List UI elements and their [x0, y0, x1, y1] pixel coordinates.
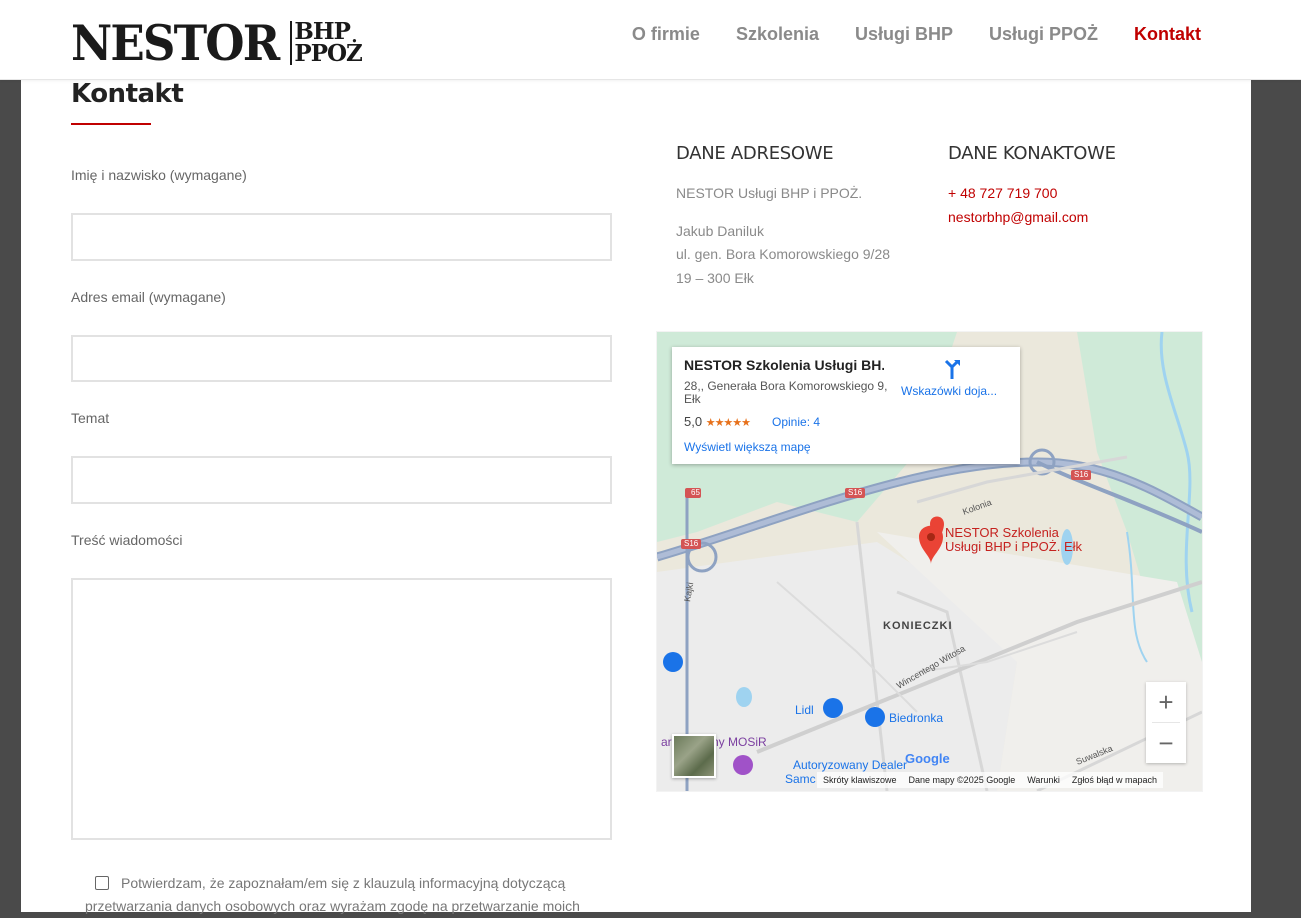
message-textarea[interactable]: [71, 578, 612, 840]
page-title: Kontakt: [71, 79, 184, 109]
bigger-map-link[interactable]: Wyświetl większą mapę: [684, 440, 811, 454]
address-heading: DANE ADRESOWE: [676, 143, 834, 164]
zoom-out-button[interactable]: −: [1146, 723, 1186, 763]
marker-label[interactable]: NESTOR Szkolenia Usługi BHP i PPOŻ. Ełk: [945, 526, 1082, 554]
place-name: NESTOR Szkolenia Usługi BH...: [684, 357, 884, 373]
poi-mosir[interactable]: ny MOSiR: [712, 735, 767, 749]
nav-item-o-firmie[interactable]: O firmie: [632, 24, 700, 45]
place-rating: 5,0 ★★★★★: [684, 414, 751, 429]
road-label-s16-a: S16: [684, 539, 699, 548]
logo-separator: [290, 21, 293, 65]
address-person: Jakub Daniluk: [676, 223, 764, 239]
name-label: Imię i nazwisko (wymagane): [71, 167, 247, 183]
logo-line-2: PPOŻ: [294, 40, 362, 67]
nav-item-uslugi-ppoz[interactable]: Usługi PPOŻ: [989, 24, 1098, 45]
map-data-attribution: Dane mapy ©2025 Google: [908, 775, 1016, 785]
road-label-s16-c: S16: [1074, 470, 1089, 479]
subject-label: Temat: [71, 410, 110, 426]
contact-email[interactable]: nestorbhp@gmail.com: [948, 209, 1088, 225]
star-icons: ★★★★★: [705, 417, 751, 429]
logo-small-text: BHP PPOŻ: [294, 20, 362, 67]
site-header: NESTOR BHP PPOŻ O firmie Szkolenia Usług…: [0, 0, 1301, 80]
marker-label-line-1: NESTOR Szkolenia: [945, 525, 1059, 540]
subject-input[interactable]: [71, 456, 612, 504]
title-underline: [71, 123, 151, 125]
nav-item-uslugi-bhp[interactable]: Usługi BHP: [855, 24, 953, 45]
logo-main-text: NESTOR: [71, 13, 280, 72]
report-error-link[interactable]: Zgłoś błąd w mapach: [1072, 775, 1157, 785]
address-city: 19 – 300 Ełk: [676, 270, 754, 286]
terms-link[interactable]: Warunki: [1027, 775, 1060, 785]
map-footer: Skróty klawiszowe Dane mapy ©2025 Google…: [817, 772, 1163, 788]
poi-lidl[interactable]: Lidl: [795, 703, 814, 717]
poi-dealer[interactable]: Autoryzowany Dealer: [793, 758, 907, 772]
contact-phone[interactable]: + 48 727 719 700: [948, 185, 1057, 201]
road-label-65: 65: [691, 488, 700, 497]
marker-label-line-2: Usługi BHP i PPOŻ. Ełk: [945, 539, 1083, 554]
satellite-toggle[interactable]: [672, 734, 716, 778]
name-input[interactable]: [71, 213, 612, 261]
google-logo: Google: [905, 751, 950, 766]
road-label-s16-b: S16: [848, 488, 863, 497]
email-input[interactable]: [71, 335, 612, 382]
directions-icon[interactable]: [940, 357, 964, 381]
place-address: 28,, Generała Bora Komorowskiego 9, Ełk: [684, 379, 888, 406]
address-street: ul. gen. Bora Komorowskiego 9/28: [676, 246, 891, 262]
poi-biedronka[interactable]: Biedronka: [889, 711, 943, 725]
directions-link[interactable]: Wskazówki doja...: [901, 384, 997, 398]
nav-item-szkolenia[interactable]: Szkolenia: [736, 24, 819, 45]
zoom-controls: + −: [1146, 682, 1186, 763]
keyboard-shortcuts-link[interactable]: Skróty klawiszowe: [823, 775, 897, 785]
poi-mosir-prefix: ar: [661, 735, 672, 749]
reviews-link[interactable]: Opinie: 4: [772, 415, 820, 429]
poi-samo: Samc: [785, 772, 816, 786]
site-logo[interactable]: NESTOR BHP PPOŻ: [71, 13, 363, 72]
district-label: KONIECZKI: [883, 620, 953, 632]
consent-text: Potwierdzam, że zapoznałam/em się z klau…: [85, 875, 580, 914]
address-company: NESTOR Usługi BHP i PPOŻ.: [676, 185, 863, 201]
zoom-in-button[interactable]: +: [1146, 682, 1186, 722]
nav-item-kontakt[interactable]: Kontakt: [1134, 24, 1201, 45]
google-map[interactable]: 65 S16 S16 S16 NESTOR Szkolenia Usługi B…: [656, 331, 1203, 792]
email-label: Adres email (wymagane): [71, 289, 226, 305]
main-nav: O firmie Szkolenia Usługi BHP Usługi PPO…: [632, 24, 1201, 45]
rating-value: 5,0: [684, 414, 703, 429]
contact-heading: DANE KONAKTOWE: [948, 143, 1116, 164]
place-info-card: NESTOR Szkolenia Usługi BH... 28,, Gener…: [672, 347, 1020, 464]
message-label: Treść wiadomości: [71, 532, 183, 548]
